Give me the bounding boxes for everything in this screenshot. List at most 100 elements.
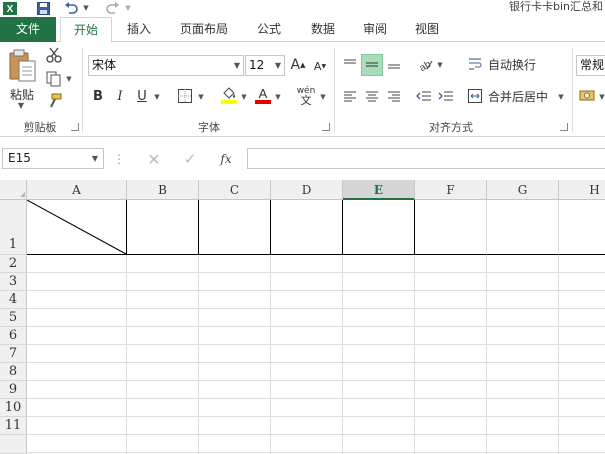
- document-title: 银行卡卡bin汇总和: [508, 0, 603, 13]
- align-middle-icon[interactable]: [361, 54, 383, 76]
- group-separator: [572, 48, 573, 132]
- redo-icon[interactable]: [104, 0, 122, 16]
- excel-logo-icon: X: [0, 0, 20, 16]
- column-header-b[interactable]: B: [127, 180, 199, 200]
- bold-button[interactable]: B: [90, 87, 106, 105]
- underline-button[interactable]: U: [134, 87, 150, 105]
- borders-dropdown-icon[interactable]: ▼: [196, 92, 206, 102]
- italic-button[interactable]: I: [112, 87, 128, 105]
- cell-g1[interactable]: [487, 200, 559, 255]
- alignment-launcher-icon[interactable]: [560, 123, 568, 131]
- row-header-7[interactable]: 7: [0, 345, 27, 363]
- row-header-10[interactable]: 10: [0, 399, 27, 417]
- accounting-dropdown-icon[interactable]: ▼: [598, 92, 605, 102]
- formula-input[interactable]: [247, 148, 605, 169]
- diagonal-border: [27, 200, 127, 255]
- tab-formulas[interactable]: 公式: [246, 17, 292, 42]
- font-color-dropdown-icon[interactable]: ▼: [273, 92, 283, 102]
- column-header-f[interactable]: F: [415, 180, 487, 200]
- group-separator: [334, 48, 335, 132]
- borders-icon[interactable]: [176, 87, 194, 105]
- row-header-11[interactable]: 11: [0, 417, 27, 435]
- wrap-text-icon[interactable]: [466, 54, 484, 74]
- align-top-icon[interactable]: [340, 54, 360, 74]
- increase-indent-icon[interactable]: [436, 86, 456, 106]
- cell-range[interactable]: [27, 255, 605, 454]
- undo-icon[interactable]: [62, 0, 80, 16]
- merge-center-dropdown-icon[interactable]: ▼: [556, 92, 566, 102]
- row-header-6[interactable]: 6: [0, 327, 27, 345]
- row-header-8[interactable]: 8: [0, 363, 27, 381]
- tab-view[interactable]: 视图: [404, 17, 450, 42]
- tab-home[interactable]: 开始: [60, 17, 112, 43]
- cancel-icon[interactable]: ✕: [144, 149, 164, 169]
- font-color-icon[interactable]: A: [254, 85, 272, 105]
- column-header-e[interactable]: E: [343, 180, 415, 200]
- accounting-format-icon[interactable]: [578, 86, 598, 106]
- tab-insert[interactable]: 插入: [115, 17, 163, 42]
- font-launcher-icon[interactable]: [322, 123, 330, 131]
- row-header-3[interactable]: 3: [0, 273, 27, 291]
- cell-b1[interactable]: [127, 200, 199, 255]
- save-icon[interactable]: [34, 0, 52, 16]
- copy-icon[interactable]: [45, 70, 63, 88]
- cell-f1[interactable]: [415, 200, 487, 255]
- redo-dropdown-icon[interactable]: ▼: [124, 0, 132, 16]
- decrease-indent-icon[interactable]: [414, 86, 434, 106]
- column-header-a[interactable]: A: [27, 180, 127, 200]
- undo-dropdown-icon[interactable]: ▼: [82, 0, 90, 16]
- cell-h1[interactable]: [559, 200, 605, 255]
- shrink-font-icon[interactable]: A ▼: [312, 58, 328, 74]
- tab-page-layout[interactable]: 页面布局: [170, 17, 238, 42]
- clipboard-launcher-icon[interactable]: [71, 123, 79, 131]
- chevron-down-icon: ▼: [274, 61, 281, 70]
- column-header-h[interactable]: H: [559, 180, 605, 200]
- row-header-12[interactable]: [0, 435, 27, 454]
- align-center-icon[interactable]: [362, 86, 382, 106]
- insert-function-icon[interactable]: fx: [215, 149, 237, 169]
- grow-font-icon[interactable]: A ▲: [290, 56, 306, 74]
- column-header-d[interactable]: D: [271, 180, 343, 200]
- align-left-icon[interactable]: [340, 86, 360, 106]
- paste-dropdown-icon[interactable]: ▼: [14, 100, 28, 110]
- cell-c1[interactable]: [199, 200, 271, 255]
- row-header-1[interactable]: 1: [0, 200, 27, 255]
- fill-color-dropdown-icon[interactable]: ▼: [239, 92, 249, 102]
- orientation-dropdown-icon[interactable]: ▼: [435, 60, 445, 70]
- select-all-button[interactable]: [0, 180, 27, 200]
- number-format-combo[interactable]: 常规: [576, 55, 605, 76]
- wrap-text-label[interactable]: 自动换行: [488, 56, 536, 73]
- more-icon[interactable]: ⋮: [113, 151, 125, 167]
- merge-center-label[interactable]: 合并后居中: [488, 88, 548, 105]
- merge-center-icon[interactable]: [466, 86, 484, 106]
- tab-review[interactable]: 审阅: [352, 17, 398, 42]
- worksheet-grid: A B C D E F G H 1 2 3 4 5 6 7 8 9 10 11: [0, 180, 605, 454]
- align-bottom-icon[interactable]: [384, 54, 404, 74]
- tab-file[interactable]: 文件: [0, 17, 56, 42]
- underline-dropdown-icon[interactable]: ▼: [152, 92, 162, 102]
- font-size-combo[interactable]: 12 ▼: [245, 55, 285, 76]
- font-name-combo[interactable]: 宋体 ▼: [88, 55, 244, 76]
- cell-d1[interactable]: [271, 200, 343, 255]
- phonetic-dropdown-icon[interactable]: ▼: [318, 92, 328, 102]
- phonetic-guide-icon[interactable]: wén 文: [295, 86, 317, 107]
- cell-a1[interactable]: [27, 200, 127, 255]
- fill-color-icon[interactable]: [220, 85, 238, 105]
- paste-icon[interactable]: [6, 48, 40, 84]
- format-painter-icon[interactable]: [45, 92, 63, 110]
- name-box[interactable]: E15 ▼: [2, 148, 104, 169]
- cut-icon[interactable]: [45, 46, 63, 64]
- copy-dropdown-icon[interactable]: ▼: [64, 74, 74, 84]
- row-header-5[interactable]: 5: [0, 309, 27, 327]
- cell-e1[interactable]: [343, 200, 415, 255]
- row-header-2[interactable]: 2: [0, 255, 27, 273]
- enter-icon[interactable]: ✓: [180, 149, 200, 169]
- column-header-g[interactable]: G: [487, 180, 559, 200]
- row-header-4[interactable]: 4: [0, 291, 27, 309]
- tab-data[interactable]: 数据: [300, 17, 346, 42]
- column-header-c[interactable]: C: [199, 180, 271, 200]
- row-header-9[interactable]: 9: [0, 381, 27, 399]
- align-right-icon[interactable]: [384, 86, 404, 106]
- orientation-icon[interactable]: ab: [414, 54, 436, 74]
- group-separator: [82, 48, 83, 132]
